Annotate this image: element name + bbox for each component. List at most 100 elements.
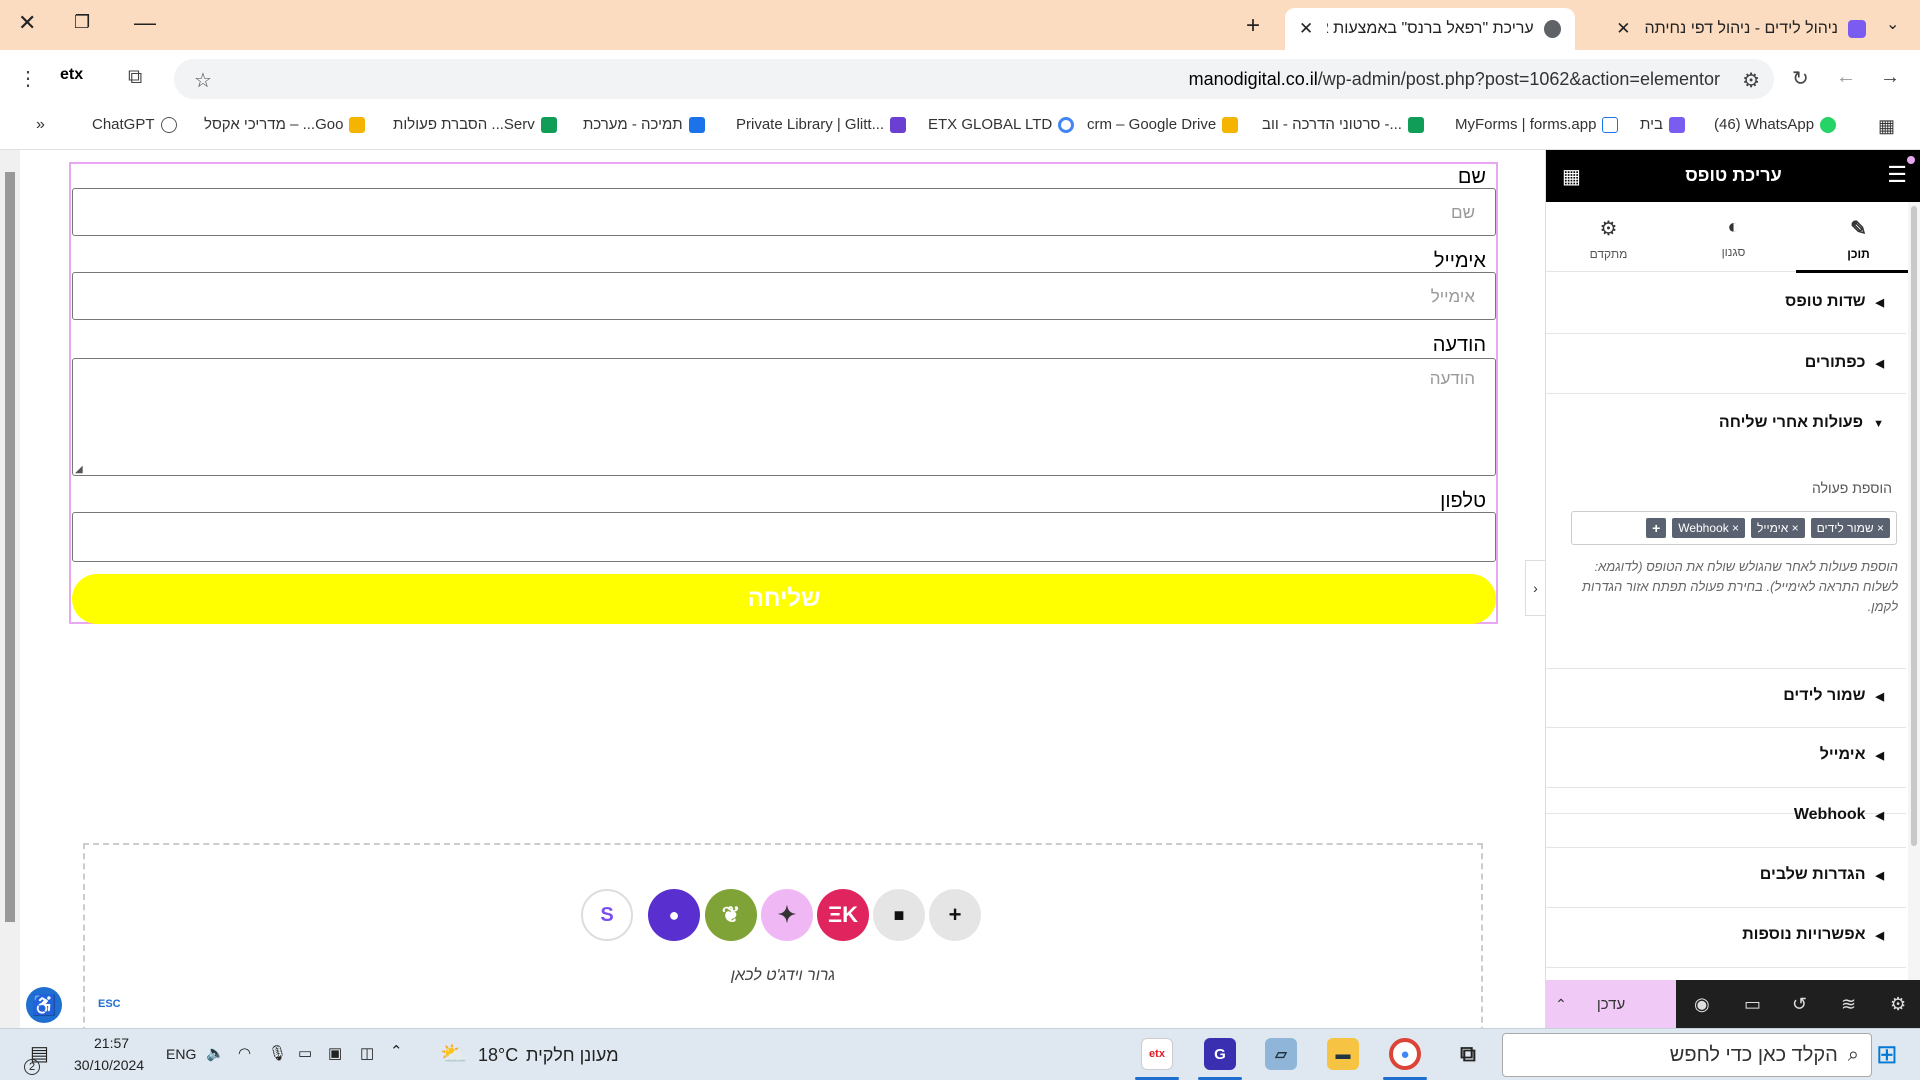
notepad-app-icon[interactable]: ▱ xyxy=(1265,1038,1297,1070)
bookmark-label: crm – Google Drive xyxy=(1087,116,1217,133)
folder-icon[interactable]: ■ xyxy=(873,889,925,941)
section-buttons[interactable]: ◀ כפתורים xyxy=(1546,334,1906,394)
tab-leads-management[interactable]: ניהול לידים - ניהול דפי נחיתה ✕ xyxy=(1590,8,1880,50)
section-steps-settings[interactable]: ◀ הגדרות שלבים xyxy=(1546,848,1906,908)
responsive-icon[interactable]: ▭ xyxy=(1744,994,1761,1015)
task-view-icon[interactable]: ⧉ xyxy=(1452,1038,1484,1070)
etx-extension-icon[interactable]: etx xyxy=(60,66,83,84)
bookmark-myforms[interactable]: MyForms | forms.app xyxy=(1455,116,1619,133)
back-icon[interactable]: ← xyxy=(1836,66,1856,89)
chevron-up-icon[interactable]: ⌃ xyxy=(1546,980,1576,1028)
resize-handle-icon[interactable]: ◢ xyxy=(75,464,83,475)
apps-grid-icon[interactable]: ▦ xyxy=(1878,116,1895,137)
bookmark-actions-explained[interactable]: הסברת פעולות ...Serv xyxy=(393,116,557,133)
url-text[interactable]: manodigital.co.il/wp-admin/post.php?post… xyxy=(1189,69,1720,90)
form-widget[interactable]: שם שם אימייל אימייל הודעה הודעה ◢ טלפון … xyxy=(69,162,1498,624)
tab-elementor-edit[interactable]: עריכת "רפאל ברנס" באמצעות א ✕ xyxy=(1285,8,1575,50)
camera-icon[interactable]: ◫ xyxy=(360,1044,374,1062)
taskbar-search-input[interactable]: ⌕ הקלד כאן כדי לחפש xyxy=(1502,1033,1872,1077)
new-tab-icon[interactable]: + xyxy=(1246,12,1260,40)
actions-select[interactable]: × שמור לידים × אימייל × Webhook + xyxy=(1571,511,1897,545)
scrollbar-thumb[interactable] xyxy=(1911,206,1917,846)
section-webhook[interactable]: ◀ Webhook xyxy=(1546,788,1906,848)
sparkle-ai-icon[interactable]: ✦ xyxy=(761,889,813,941)
bookmark-excel-guides[interactable]: מדריכי אקסל – ...Goo xyxy=(204,116,366,133)
menu-dots-icon[interactable]: ⋮ xyxy=(18,66,38,91)
battery-icon[interactable]: ▭ xyxy=(298,1044,312,1062)
submit-button[interactable]: שליחה xyxy=(72,574,1496,624)
name-field[interactable]: שם xyxy=(72,188,1496,236)
history-icon[interactable]: ↺ xyxy=(1792,994,1807,1015)
section-email[interactable]: ◀ אימייל xyxy=(1546,728,1906,788)
windows-start-icon[interactable]: ⊞ xyxy=(1876,1039,1898,1070)
forward-icon[interactable]: → xyxy=(1880,66,1900,89)
scrollbar-thumb[interactable] xyxy=(5,172,15,922)
add-action-icon[interactable]: + xyxy=(1646,518,1667,538)
esc-label[interactable]: ESC xyxy=(98,998,121,1010)
message-field[interactable]: הודעה ◢ xyxy=(72,358,1496,476)
tab-search-icon[interactable]: ⌄ xyxy=(1886,14,1899,34)
close-tab-icon[interactable]: ✕ xyxy=(1616,19,1630,39)
elementskit-icon[interactable]: ΞK xyxy=(817,889,869,941)
minimize-window-icon[interactable]: — xyxy=(134,10,156,36)
accessibility-icon[interactable]: ♿ xyxy=(26,987,62,1023)
phone-field[interactable] xyxy=(72,512,1496,562)
section-additional-options[interactable]: ◀ אפשרויות נוספות xyxy=(1546,908,1906,968)
extensions-icon[interactable]: ⧉ xyxy=(128,66,142,89)
email-field[interactable]: אימייל xyxy=(72,272,1496,320)
weather-temp[interactable]: 18°C xyxy=(478,1045,518,1066)
panel-scrollbar[interactable] xyxy=(1908,202,1920,980)
leaf-icon[interactable]: ❦ xyxy=(705,889,757,941)
settings-gear-icon[interactable]: ⚙ xyxy=(1890,994,1906,1015)
more-bookmarks-icon[interactable]: » xyxy=(36,116,45,134)
collapse-panel-icon[interactable]: › xyxy=(1525,560,1545,616)
widget-dropzone[interactable]: S ● ❦ ✦ ΞK ■ + גרור וידג'ט לכאן xyxy=(83,843,1483,1028)
language-indicator[interactable]: ENG xyxy=(166,1046,196,1062)
eye-preview-icon[interactable]: ◉ xyxy=(1694,994,1710,1015)
ai-bot-icon[interactable]: ● xyxy=(648,889,700,941)
bookmark-crm-drive[interactable]: crm – Google Drive xyxy=(1087,116,1239,133)
action-tag-save-leads[interactable]: × שמור לידים xyxy=(1810,518,1890,538)
section-save-leads[interactable]: ◀ שמור לידים xyxy=(1546,668,1906,728)
bookmark-support-system[interactable]: תמיכה - מערכת xyxy=(583,116,705,133)
tab-content[interactable]: ✎ תוכן xyxy=(1796,216,1920,261)
canvas-scrollbar[interactable] xyxy=(0,150,20,1028)
bookmark-home[interactable]: בית xyxy=(1640,116,1685,133)
add-section-icon[interactable]: + xyxy=(929,889,981,941)
section-form-fields[interactable]: ◀ שדות טופס xyxy=(1546,273,1906,334)
hamburger-menu-icon[interactable]: ☰ xyxy=(1887,162,1907,188)
layers-icon[interactable]: ≋ xyxy=(1841,994,1856,1015)
wifi-icon[interactable]: ◠ xyxy=(238,1044,251,1062)
action-tag-email[interactable]: × אימייל xyxy=(1751,518,1805,538)
etx-app-icon[interactable]: etx xyxy=(1141,1038,1173,1070)
file-explorer-icon[interactable]: ▬ xyxy=(1327,1038,1359,1070)
site-settings-icon[interactable]: ⚙ xyxy=(1742,68,1760,93)
google-drive-icon xyxy=(540,116,557,133)
close-tab-icon[interactable]: ✕ xyxy=(1299,19,1313,39)
caret-left-icon: ◀ xyxy=(1875,930,1884,942)
search-icon: ⌕ xyxy=(1847,1043,1859,1066)
bookmark-glitter[interactable]: Private Library | Glitt... xyxy=(736,116,907,133)
bookmark-tutorial-videos[interactable]: סרטוני הדרכה - ווב -... xyxy=(1262,116,1424,133)
chevron-up-icon[interactable]: ⌃ xyxy=(390,1042,403,1060)
clock-time[interactable]: 21:57 xyxy=(94,1035,129,1051)
plugin-s-icon[interactable]: S xyxy=(581,889,633,941)
weather-desc[interactable]: מעונן חלקית xyxy=(526,1045,619,1066)
speaker-icon[interactable]: 🔈 xyxy=(206,1044,225,1062)
glitter-app-icon[interactable]: G xyxy=(1204,1038,1236,1070)
tab-advanced[interactable]: ⚙ מתקדם xyxy=(1546,216,1671,261)
clock-date[interactable]: 30/10/2024 xyxy=(74,1057,144,1073)
close-window-icon[interactable]: ✕ xyxy=(18,10,36,36)
chrome-icon[interactable]: ● xyxy=(1389,1038,1421,1070)
tab-style[interactable]: ◐ סגנון xyxy=(1671,216,1796,259)
restore-window-icon[interactable]: ❐ xyxy=(74,12,90,33)
bookmark-whatsapp[interactable]: (46) WhatsApp xyxy=(1714,116,1837,133)
bookmark-star-icon[interactable]: ☆ xyxy=(194,68,212,93)
action-tag-webhook[interactable]: × Webhook xyxy=(1672,518,1746,538)
display-icon[interactable]: ▣ xyxy=(328,1044,342,1062)
bookmark-etx-global[interactable]: ETX GLOBAL LTD xyxy=(928,116,1075,133)
bookmark-chatgpt[interactable]: ChatGPT xyxy=(92,116,177,133)
weather-icon[interactable]: ⛅ xyxy=(440,1041,467,1067)
microphone-icon[interactable]: 🎙 xyxy=(268,1044,287,1062)
reload-icon[interactable]: ↻ xyxy=(1792,66,1809,91)
